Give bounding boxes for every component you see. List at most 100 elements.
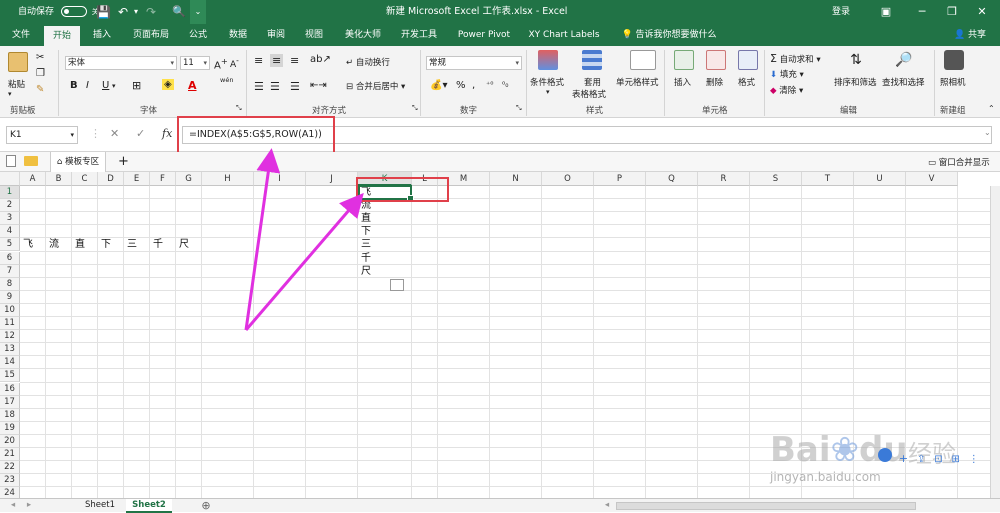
- cell-B5[interactable]: 流: [49, 238, 59, 251]
- column-header-B[interactable]: B: [46, 172, 72, 186]
- bold-button[interactable]: B: [70, 80, 78, 91]
- column-header-O[interactable]: O: [542, 172, 594, 186]
- cell-K6[interactable]: 千: [361, 252, 371, 265]
- more-icon[interactable]: ⋮: [969, 454, 979, 465]
- row-header-5[interactable]: 5: [0, 238, 20, 252]
- column-header-G[interactable]: G: [176, 172, 202, 186]
- column-header-P[interactable]: P: [594, 172, 646, 186]
- conditional-format-dropdown-icon[interactable]: ▾: [546, 88, 550, 96]
- autofill-options-icon[interactable]: [390, 279, 404, 291]
- sheet-tab-2[interactable]: Sheet2: [126, 499, 172, 513]
- tab-data[interactable]: 数据: [222, 24, 254, 46]
- assistant-icon[interactable]: [878, 448, 892, 462]
- tab-power-pivot[interactable]: Power Pivot: [452, 24, 516, 46]
- decrease-decimal-icon[interactable]: ⁰₀: [502, 80, 508, 89]
- column-header-R[interactable]: R: [698, 172, 750, 186]
- merge-window-button[interactable]: ▭ 窗口合并显示: [928, 156, 990, 168]
- column-header-D[interactable]: D: [98, 172, 124, 186]
- tab-formulas[interactable]: 公式: [182, 24, 214, 46]
- fill-color-icon[interactable]: ◈: [162, 79, 174, 90]
- undo-icon[interactable]: ↶: [118, 0, 128, 24]
- align-middle-icon[interactable]: ≡: [270, 54, 284, 67]
- print-preview-icon[interactable]: 🔍: [172, 0, 186, 24]
- row-header-7[interactable]: 7: [0, 264, 20, 278]
- find-select-button[interactable]: 查找和选择: [882, 76, 925, 88]
- column-header-J[interactable]: J: [306, 172, 358, 186]
- horizontal-scrollbar[interactable]: [616, 502, 916, 510]
- fill-button[interactable]: ⬇ 填充 ▾: [770, 68, 804, 80]
- decrease-font-icon[interactable]: A-: [230, 56, 239, 70]
- alignment-dialog-launcher-icon[interactable]: ⤡: [412, 104, 418, 113]
- row-header-22[interactable]: 22: [0, 461, 20, 475]
- save-icon[interactable]: 💾: [96, 0, 111, 24]
- plus-icon[interactable]: +: [899, 452, 908, 465]
- row-header-1[interactable]: 1: [0, 186, 20, 200]
- currency-icon[interactable]: 💰▾: [430, 80, 447, 91]
- insert-cells-button[interactable]: 插入: [674, 76, 691, 88]
- select-all-corner[interactable]: [0, 172, 20, 186]
- underline-button[interactable]: U: [102, 80, 109, 91]
- clear-button[interactable]: ◆ 清除 ▾: [770, 84, 803, 96]
- row-header-4[interactable]: 4: [0, 225, 20, 239]
- cell-K7[interactable]: 尺: [361, 265, 371, 278]
- border-icon[interactable]: ⊞: [132, 79, 141, 92]
- column-header-H[interactable]: H: [202, 172, 254, 186]
- format-cells-icon[interactable]: [738, 50, 758, 70]
- copy-icon[interactable]: ❐: [36, 68, 45, 79]
- sort-filter-button[interactable]: 排序和筛选: [834, 76, 877, 88]
- autosave-toggle[interactable]: [60, 6, 87, 17]
- column-header-I[interactable]: I: [254, 172, 306, 186]
- increase-font-icon[interactable]: A+: [214, 56, 228, 71]
- conditional-format-icon[interactable]: [538, 50, 558, 70]
- number-format-select[interactable]: 常规 ▾: [426, 56, 522, 70]
- format-painter-icon[interactable]: ✎: [36, 84, 44, 95]
- font-size-select[interactable]: 11 ▾: [180, 56, 210, 70]
- increase-decimal-icon[interactable]: ⁺⁰: [486, 80, 493, 89]
- row-header-15[interactable]: 15: [0, 369, 20, 383]
- row-header-21[interactable]: 21: [0, 448, 20, 462]
- cut-icon[interactable]: ✂: [36, 52, 44, 63]
- row-header-16[interactable]: 16: [0, 382, 20, 396]
- percent-icon[interactable]: %: [456, 80, 466, 91]
- row-header-19[interactable]: 19: [0, 421, 20, 435]
- add-sheet-icon[interactable]: ⊕: [198, 499, 214, 513]
- font-color-icon[interactable]: A: [188, 79, 197, 92]
- tab-review[interactable]: 审阅: [260, 24, 292, 46]
- camera-icon[interactable]: [944, 50, 964, 70]
- prev-sheet-icon[interactable]: ◂: [6, 499, 20, 513]
- cancel-icon[interactable]: ✕: [110, 127, 119, 140]
- font-dialog-launcher-icon[interactable]: ⤡: [236, 104, 242, 113]
- row-header-13[interactable]: 13: [0, 343, 20, 357]
- cell-K3[interactable]: 直: [361, 212, 371, 225]
- column-header-S[interactable]: S: [750, 172, 802, 186]
- align-left-icon[interactable]: ☰: [254, 80, 264, 93]
- align-bottom-icon[interactable]: ≡: [290, 54, 299, 67]
- delete-cells-button[interactable]: 删除: [706, 76, 723, 88]
- paste-icon[interactable]: [8, 52, 28, 72]
- next-sheet-icon[interactable]: ▸: [22, 499, 36, 513]
- table-format-line1[interactable]: 套用: [584, 76, 601, 88]
- font-name-select[interactable]: 宋体 ▾: [65, 56, 177, 70]
- row-header-10[interactable]: 10: [0, 303, 20, 317]
- sort-filter-icon[interactable]: ⇅: [846, 50, 866, 70]
- collapse-ribbon-icon[interactable]: ⌃: [988, 104, 995, 113]
- row-header-2[interactable]: 2: [0, 199, 20, 213]
- column-header-Q[interactable]: Q: [646, 172, 698, 186]
- cell-style-icon[interactable]: [630, 50, 656, 70]
- cell-D5[interactable]: 下: [101, 238, 111, 251]
- tell-me-box[interactable]: 💡 告诉我你想要做什么: [614, 24, 724, 46]
- tab-home[interactable]: 开始: [44, 26, 80, 46]
- conditional-format-button[interactable]: 条件格式: [530, 76, 564, 88]
- row-header-8[interactable]: 8: [0, 277, 20, 291]
- tab-beautify[interactable]: 美化大师: [338, 24, 388, 46]
- cell-A5[interactable]: 飞: [23, 238, 33, 251]
- orientation-icon[interactable]: ab↗: [310, 54, 331, 65]
- folder-icon[interactable]: [24, 156, 38, 166]
- row-header-17[interactable]: 17: [0, 395, 20, 409]
- autosave-control[interactable]: 自动保存 关: [18, 0, 99, 24]
- table-format-line2[interactable]: 表格格式: [572, 88, 606, 100]
- tab-insert[interactable]: 插入: [86, 24, 118, 46]
- cell-K4[interactable]: 下: [361, 225, 371, 238]
- ribbon-display-options-icon[interactable]: ▣: [868, 0, 904, 24]
- redo-icon[interactable]: ↷: [146, 0, 156, 24]
